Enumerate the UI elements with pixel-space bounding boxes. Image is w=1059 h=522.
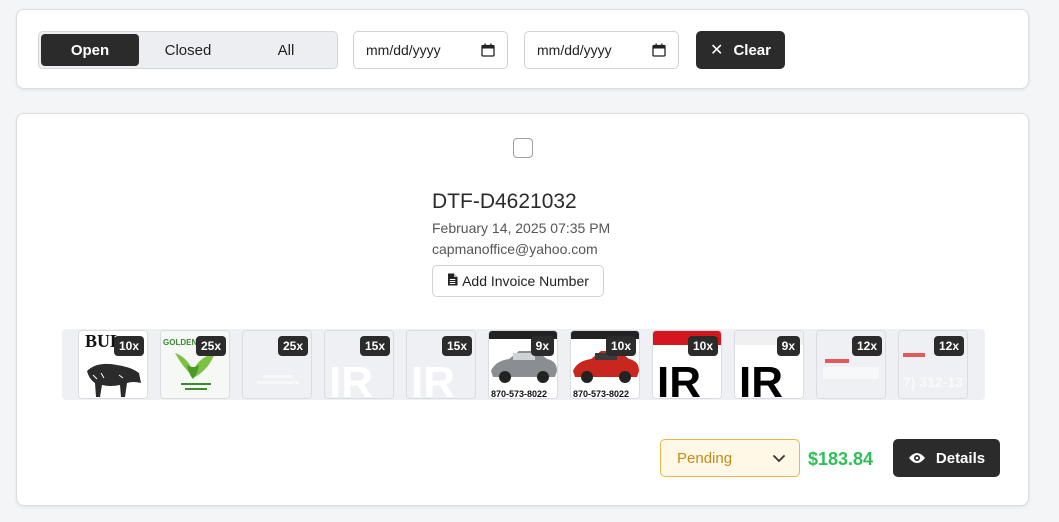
quantity-badge: 12x [933,336,964,356]
calendar-icon[interactable] [652,43,666,57]
design-thumbnail[interactable]: 12x [816,330,886,399]
date-from-placeholder: mm/dd/yyyy [366,42,441,58]
design-thumbnail[interactable]: BUL 10x [78,330,148,399]
date-to-placeholder: mm/dd/yyyy [537,42,612,58]
thumbnail-art-text: 870-573-8022 [491,389,547,399]
quantity-badge: 9x [776,336,800,356]
thumbnail-art-text: IR [739,358,783,399]
quantity-badge: 25x [277,336,308,356]
tab-closed[interactable]: Closed [139,34,237,66]
tab-all[interactable]: All [237,34,335,66]
order-id: DTF-D4621032 [432,190,577,213]
thumbnail-art-text: IR [657,358,701,399]
quantity-badge: 15x [359,336,390,356]
quantity-badge: 25x [195,336,226,356]
chevron-down-icon [773,450,785,467]
date-to-input[interactable]: mm/dd/yyyy [524,31,679,69]
design-thumbnail-strip: BUL 10x GOLDEN 25x 25x IR 15x IR 15x 870… [62,329,985,400]
design-thumbnail[interactable]: 25x [242,330,312,399]
thumbnail-art-text: 7) 312-13 [903,374,963,390]
add-invoice-number-label: Add Invoice Number [462,273,589,289]
details-button[interactable]: Details [893,439,1000,477]
quantity-badge: 15x [441,336,472,356]
design-thumbnail[interactable]: IR 9x [734,330,804,399]
filter-bar: Open Closed All mm/dd/yyyy mm/dd/yyyy ✕ … [16,9,1029,89]
eye-icon [908,452,926,464]
quantity-badge: 9x [530,336,554,356]
clear-button[interactable]: ✕ Clear [696,31,785,69]
calendar-icon[interactable] [481,43,495,57]
quantity-badge: 10x [687,336,718,356]
date-from-input[interactable]: mm/dd/yyyy [353,31,508,69]
status-segmented-control: Open Closed All [38,31,338,69]
design-thumbnail[interactable]: GOLDEN 25x [160,330,230,399]
design-thumbnail[interactable]: IR 15x [406,330,476,399]
design-thumbnail[interactable]: 870-573-8022 10x [570,330,640,399]
add-invoice-number-button[interactable]: Add Invoice Number [432,265,604,297]
design-thumbnail[interactable]: IR 15x [324,330,394,399]
design-thumbnail[interactable]: IR 10x [652,330,722,399]
status-select[interactable]: Pending [660,439,800,477]
design-thumbnail[interactable]: 7) 312-13 12x [898,330,968,399]
status-value: Pending [677,449,733,467]
x-icon: ✕ [710,42,724,59]
quantity-badge: 10x [113,336,144,356]
tab-open[interactable]: Open [41,34,139,66]
order-card: DTF-D4621032 February 14, 2025 07:35 PM … [16,113,1029,506]
order-price: $183.84 [808,449,874,469]
order-date: February 14, 2025 07:35 PM [432,220,611,236]
quantity-badge: 10x [605,336,636,356]
clear-label: Clear [733,41,771,59]
thumbnail-art-text: IR [329,358,373,399]
document-icon [447,273,458,289]
thumbnail-art-text: 870-573-8022 [573,389,629,399]
thumbnail-art-text: GOLDEN [163,338,197,347]
details-label: Details [935,449,986,467]
quantity-badge: 12x [851,336,882,356]
design-thumbnail[interactable]: 870-573-8022 9x [488,330,558,399]
order-email: capmanoffice@yahoo.com [432,241,598,257]
order-select-checkbox[interactable] [513,138,533,158]
thumbnail-art-text: IR [411,358,455,399]
